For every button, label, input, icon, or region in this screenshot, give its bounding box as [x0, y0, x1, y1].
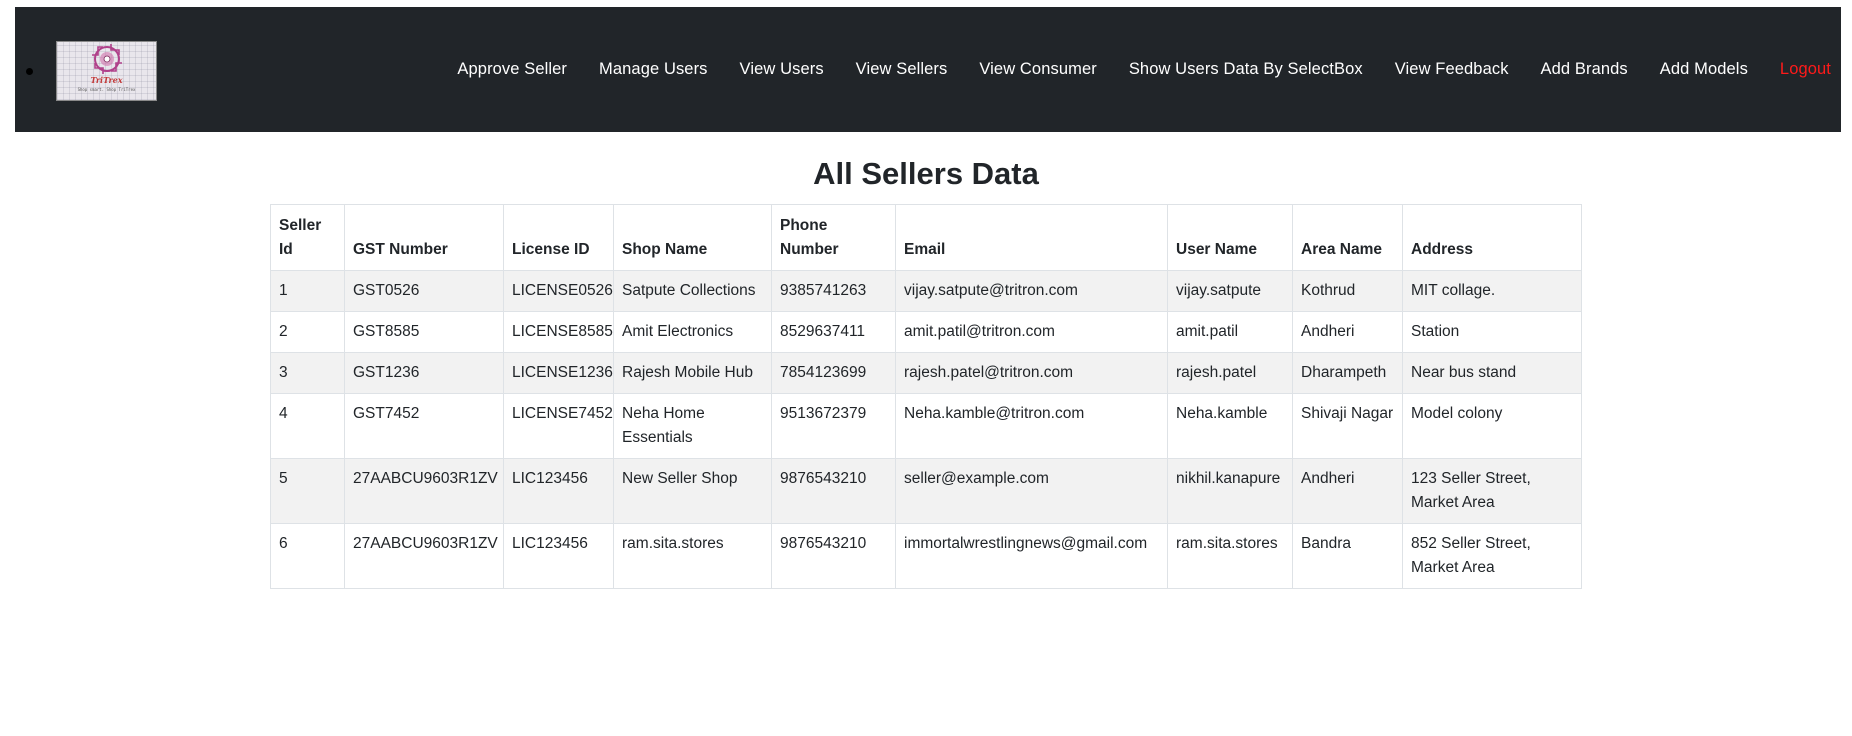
cell-license-id: LICENSE0526 — [503, 270, 614, 312]
table-row: 5 27AABCU9603R1ZV LIC123456 New Seller S… — [270, 458, 1582, 524]
cell-area-name: Andheri — [1292, 311, 1403, 353]
cell-seller-id: 1 — [270, 270, 345, 312]
cell-user-name: rajesh.patel — [1167, 352, 1293, 394]
list-bullet — [26, 68, 33, 75]
table-row: 6 27AABCU9603R1ZV LIC123456 ram.sita.sto… — [270, 523, 1582, 589]
cell-user-name: ram.sita.stores — [1167, 523, 1293, 589]
cell-seller-id: 5 — [270, 458, 345, 524]
cell-shop-name: New Seller Shop — [613, 458, 772, 524]
cell-phone-number: 9876543210 — [771, 523, 896, 589]
nav-link-view-sellers[interactable]: View Sellers — [856, 60, 948, 79]
cell-user-name: Neha.kamble — [1167, 393, 1293, 459]
header-user-name: User Name — [1167, 204, 1293, 271]
logo-name: TriTrex — [90, 75, 123, 85]
cell-user-name: vijay.satpute — [1167, 270, 1293, 312]
header-email: Email — [895, 204, 1168, 271]
cell-phone-number: 9513672379 — [771, 393, 896, 459]
cell-gst-number: GST7452 — [344, 393, 504, 459]
cell-email: seller@example.com — [895, 458, 1168, 524]
cell-phone-number: 9385741263 — [771, 270, 896, 312]
nav-link-add-models[interactable]: Add Models — [1660, 60, 1748, 79]
cell-shop-name: ram.sita.stores — [613, 523, 772, 589]
sellers-table-container: Seller Id GST Number License ID Shop Nam… — [270, 204, 1582, 589]
logo-tagline: Shop smart. Shop TriTrex — [77, 87, 136, 92]
cell-area-name: Bandra — [1292, 523, 1403, 589]
nav-link-manage-users[interactable]: Manage Users — [599, 60, 708, 79]
cell-gst-number: GST0526 — [344, 270, 504, 312]
table-row: 1 GST0526 LICENSE0526 Satpute Collection… — [270, 270, 1582, 312]
table-row: 3 GST1236 LICENSE1236 Rajesh Mobile Hub … — [270, 352, 1582, 394]
cell-shop-name: Rajesh Mobile Hub — [613, 352, 772, 394]
header-phone-number: Phone Number — [771, 204, 896, 271]
header-license-id: License ID — [503, 204, 614, 271]
cell-address: MIT collage. — [1402, 270, 1582, 312]
cell-gst-number: GST8585 — [344, 311, 504, 353]
header-area-name: Area Name — [1292, 204, 1403, 271]
cell-license-id: LIC123456 — [503, 458, 614, 524]
header-address: Address — [1402, 204, 1582, 271]
header-shop-name: Shop Name — [613, 204, 772, 271]
cell-email: rajesh.patel@tritron.com — [895, 352, 1168, 394]
cell-license-id: LIC123456 — [503, 523, 614, 589]
page-title: All Sellers Data — [813, 156, 1039, 191]
header-seller-id: Seller Id — [270, 204, 345, 271]
cell-address: 123 Seller Street, Market Area — [1402, 458, 1582, 524]
logo-emblem-icon — [92, 44, 122, 74]
cell-shop-name: Neha Home Essentials — [613, 393, 772, 459]
table-row: 4 GST7452 LICENSE7452 Neha Home Essentia… — [270, 393, 1582, 459]
cell-address: Model colony — [1402, 393, 1582, 459]
nav-link-view-feedback[interactable]: View Feedback — [1395, 60, 1509, 79]
cell-phone-number: 7854123699 — [771, 352, 896, 394]
nav-links: Approve Seller Manage Users View Users V… — [425, 7, 1831, 132]
cell-user-name: nikhil.kanapure — [1167, 458, 1293, 524]
table-row: 2 GST8585 LICENSE8585 Amit Electronics 8… — [270, 311, 1582, 353]
cell-seller-id: 2 — [270, 311, 345, 353]
header-gst-number: GST Number — [344, 204, 504, 271]
nav-link-show-users-selectbox[interactable]: Show Users Data By SelectBox — [1129, 60, 1363, 79]
cell-seller-id: 6 — [270, 523, 345, 589]
cell-seller-id: 4 — [270, 393, 345, 459]
top-navbar: TriTrex Shop smart. Shop TriTrex Approve… — [15, 7, 1841, 132]
logout-link[interactable]: Logout — [1780, 60, 1831, 79]
cell-email: immortalwrestlingnews@gmail.com — [895, 523, 1168, 589]
nav-link-add-brands[interactable]: Add Brands — [1541, 60, 1628, 79]
cell-area-name: Kothrud — [1292, 270, 1403, 312]
cell-email: vijay.satpute@tritron.com — [895, 270, 1168, 312]
nav-link-view-users[interactable]: View Users — [740, 60, 824, 79]
cell-address: Station — [1402, 311, 1582, 353]
cell-shop-name: Amit Electronics — [613, 311, 772, 353]
cell-email: amit.patil@tritron.com — [895, 311, 1168, 353]
nav-link-view-consumer[interactable]: View Consumer — [979, 60, 1096, 79]
cell-gst-number: 27AABCU9603R1ZV — [344, 523, 504, 589]
nav-link-approve-seller[interactable]: Approve Seller — [457, 60, 567, 79]
cell-phone-number: 8529637411 — [771, 311, 896, 353]
cell-area-name: Andheri — [1292, 458, 1403, 524]
cell-email: Neha.kamble@tritron.com — [895, 393, 1168, 459]
cell-user-name: amit.patil — [1167, 311, 1293, 353]
cell-address: Near bus stand — [1402, 352, 1582, 394]
cell-license-id: LICENSE1236 — [503, 352, 614, 394]
cell-gst-number: GST1236 — [344, 352, 504, 394]
sellers-table: Seller Id GST Number License ID Shop Nam… — [270, 204, 1582, 589]
brand-logo[interactable]: TriTrex Shop smart. Shop TriTrex — [56, 41, 157, 101]
cell-seller-id: 3 — [270, 352, 345, 394]
cell-license-id: LICENSE8585 — [503, 311, 614, 353]
table-header-row: Seller Id GST Number License ID Shop Nam… — [270, 204, 1582, 271]
cell-area-name: Dharampeth — [1292, 352, 1403, 394]
cell-address: 852 Seller Street, Market Area — [1402, 523, 1582, 589]
cell-shop-name: Satpute Collections — [613, 270, 772, 312]
cell-phone-number: 9876543210 — [771, 458, 896, 524]
cell-gst-number: 27AABCU9603R1ZV — [344, 458, 504, 524]
cell-area-name: Shivaji Nagar — [1292, 393, 1403, 459]
cell-license-id: LICENSE7452 — [503, 393, 614, 459]
